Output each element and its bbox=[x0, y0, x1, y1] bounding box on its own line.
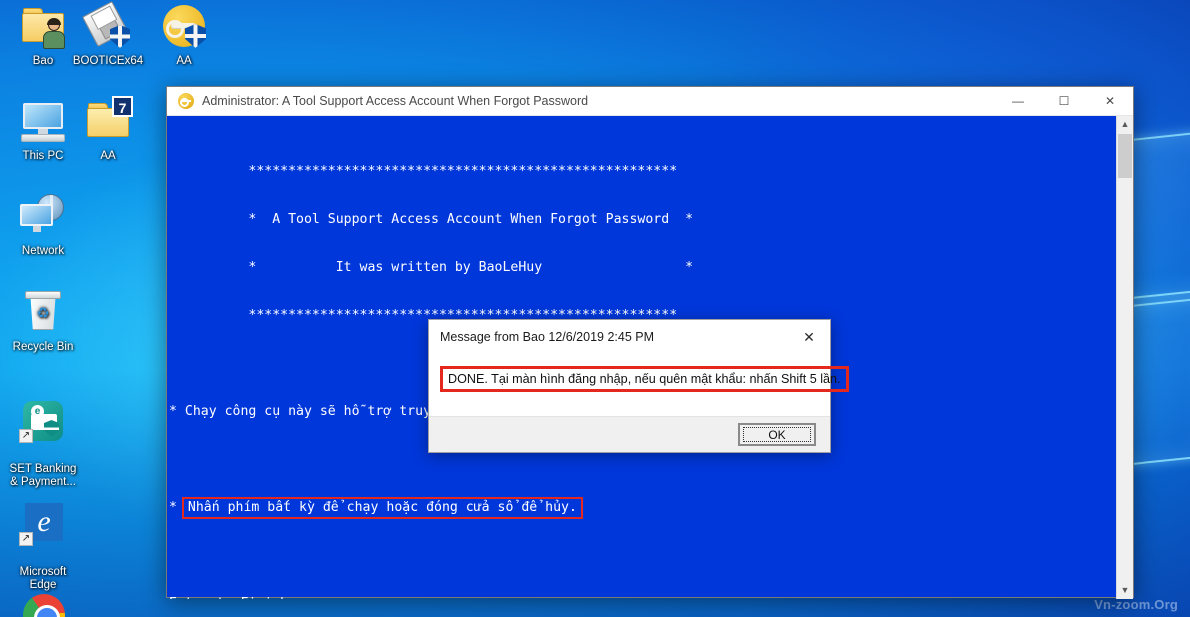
desktop-icon-label: SET Banking & Payment... bbox=[9, 463, 77, 488]
dialog-close-button[interactable]: ✕ bbox=[788, 320, 830, 354]
desktop-icon-label: AA bbox=[176, 55, 192, 67]
dialog-footer: OK bbox=[429, 416, 830, 452]
folder-seven-icon: 7 bbox=[84, 96, 133, 145]
console-scrollbar[interactable]: ▲ ▼ bbox=[1116, 116, 1133, 599]
desktop-icon-google-chrome[interactable] bbox=[0, 590, 88, 617]
watermark: Vn-zoom.Org bbox=[1094, 597, 1178, 612]
desktop-icon-microsoft-edge[interactable]: e ↗ Microsoft Edge bbox=[0, 487, 88, 605]
dialog-title: Message from Bao 12/6/2019 2:45 PM bbox=[440, 330, 655, 344]
desktop-icon-label: Recycle Bin bbox=[12, 341, 74, 353]
dialog-titlebar: Message from Bao 12/6/2019 2:45 PM ✕ bbox=[429, 320, 830, 354]
console-line: ****************************************… bbox=[169, 164, 678, 179]
dialog-message-text: DONE. Tại màn hình đăng nhập, nếu quên m… bbox=[440, 366, 849, 392]
ok-button[interactable]: OK bbox=[738, 423, 816, 446]
close-button[interactable]: ✕ bbox=[1087, 87, 1133, 116]
disk-shield-icon bbox=[82, 1, 132, 50]
desktop-icon-network[interactable]: Network bbox=[0, 192, 88, 258]
desktop-icon-label: Microsoft Edge bbox=[19, 566, 67, 591]
key-icon bbox=[178, 93, 194, 109]
dialog-content: DONE. Tại màn hình đăng nhập, nếu quên m… bbox=[429, 354, 849, 418]
minimize-button[interactable]: — bbox=[995, 87, 1041, 116]
network-globe-icon bbox=[19, 192, 67, 240]
shortcut-arrow-icon: ↗ bbox=[19, 532, 33, 546]
console-line-blank bbox=[169, 548, 1116, 564]
desktop-icon-label: Network bbox=[21, 245, 65, 257]
console-line: Enter to Finish. bbox=[169, 596, 1116, 599]
folder-user-icon bbox=[19, 2, 67, 50]
edge-icon: e ↗ bbox=[19, 500, 67, 548]
desktop-icon-eset-banking[interactable]: e ↗ SET Banking & Payment... bbox=[0, 384, 88, 502]
console-window-title: Administrator: A Tool Support Access Acc… bbox=[202, 94, 589, 108]
recycle-bin-icon: ♻ bbox=[19, 288, 67, 336]
key-shield-icon bbox=[160, 2, 208, 50]
console-line: * A Tool Support Access Account When For… bbox=[169, 212, 694, 227]
eset-banking-icon: e ↗ bbox=[19, 397, 67, 445]
console-line-blank bbox=[169, 452, 1116, 468]
console-line: * It was written by BaoLeHuy * bbox=[169, 260, 694, 275]
console-highlight-box: Nhấn phím bất kỳ để chạy hoặc đóng cửa s… bbox=[181, 497, 583, 519]
desktop-icon-label: AA bbox=[100, 150, 116, 162]
desktop-icon-aa-key[interactable]: AA bbox=[139, 2, 229, 68]
desktop-icon-recycle-bin[interactable]: ♻ Recycle Bin bbox=[0, 288, 88, 354]
scroll-down-arrow-icon[interactable]: ▼ bbox=[1117, 582, 1133, 599]
folder-badge-number: 7 bbox=[112, 96, 133, 117]
chrome-icon bbox=[19, 590, 67, 617]
computer-icon bbox=[19, 97, 67, 145]
maximize-button[interactable]: ☐ bbox=[1041, 87, 1087, 116]
console-titlebar[interactable]: Administrator: A Tool Support Access Acc… bbox=[167, 87, 1133, 116]
scrollbar-thumb[interactable] bbox=[1118, 134, 1132, 178]
shortcut-arrow-icon: ↗ bbox=[19, 429, 33, 443]
console-line-highlighted: * Nhấn phím bất kỳ để chạy hoặc đóng cửa… bbox=[169, 497, 1116, 519]
scroll-up-arrow-icon[interactable]: ▲ bbox=[1117, 116, 1133, 133]
desktop-icon-aa-folder[interactable]: 7 AA bbox=[63, 96, 153, 163]
message-dialog[interactable]: Message from Bao 12/6/2019 2:45 PM ✕ DON… bbox=[428, 319, 849, 453]
ok-button-label: OK bbox=[743, 427, 811, 442]
